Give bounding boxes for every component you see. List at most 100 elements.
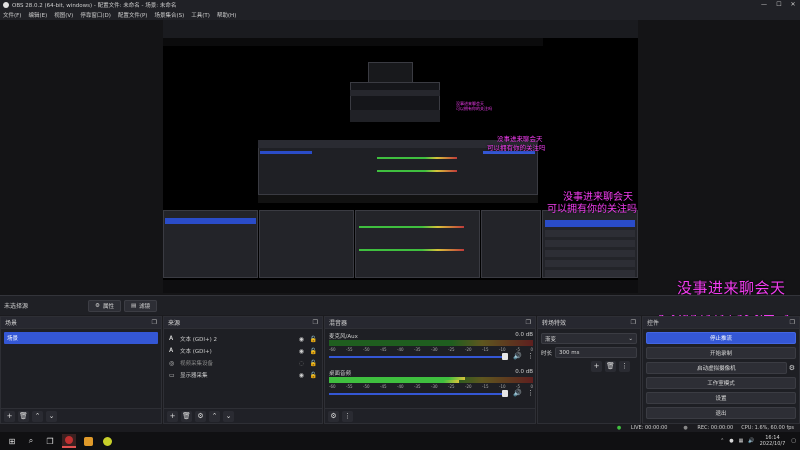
close-icon[interactable]: ✕ <box>786 0 800 10</box>
undock-icon[interactable]: ❐ <box>152 319 157 326</box>
text-icon: 𝐀 <box>169 347 174 354</box>
advanced-audio-button[interactable]: ⚙ <box>328 410 339 422</box>
filter-icon: ▤ <box>130 302 137 309</box>
source-row[interactable]: ◎ 视频采集设备 ◌ 🔓 <box>164 357 322 369</box>
windows-start-icon[interactable]: ⊞ <box>5 434 19 448</box>
more-icon[interactable]: ⋮ <box>527 352 534 360</box>
controls-title: 控件 <box>647 320 660 327</box>
more-icon[interactable]: ⋮ <box>527 389 534 397</box>
obs-app-icon[interactable] <box>62 434 76 448</box>
preview-canvas[interactable]: 没事进来聊会天 可以拥有你的关注吗 没事进来聊会天 可以拥有你的关注吗 没事进来… <box>163 20 638 293</box>
transition-menu-button[interactable]: ⋮ <box>619 361 630 372</box>
move-down-button[interactable]: ⌄ <box>46 410 57 422</box>
undock-icon[interactable]: ❐ <box>790 319 795 326</box>
add-source-button[interactable]: + <box>167 410 178 422</box>
menu-profile[interactable]: 配置文件(P) <box>118 11 148 19</box>
eye-icon[interactable]: ◉ <box>299 372 304 379</box>
remove-source-button[interactable]: 🗑 <box>181 410 192 422</box>
network-icon[interactable]: ▦ <box>739 438 744 444</box>
volume-slider-handle[interactable] <box>502 390 508 397</box>
tray-chevron-icon[interactable]: ⌃ <box>720 438 724 444</box>
eye-off-icon[interactable]: ◌ <box>299 360 304 367</box>
clock[interactable]: 16:14 2022/10/7 <box>760 435 786 447</box>
lock-icon[interactable]: 🔓 <box>310 348 317 355</box>
windows-taskbar: ⊞ ⌕ ❐ ⌃ ● ▦ 🔊 16:14 2022/10/7 ▢ <box>0 432 800 450</box>
volume-slider[interactable] <box>329 356 505 358</box>
exit-button[interactable]: 退出 <box>646 407 796 419</box>
tray-app-icon[interactable]: ● <box>729 438 733 444</box>
lock-icon[interactable]: 🔓 <box>310 360 317 367</box>
title-bar: OBS 28.0.2 (64-bit, windows) - 配置文件: 未命名… <box>0 0 800 10</box>
stop-streaming-button[interactable]: 停止推流 <box>646 332 796 344</box>
channel-db: 0.0 dB <box>515 369 533 375</box>
maximize-icon[interactable]: ☐ <box>772 0 786 10</box>
no-source-selected-label: 未选择源 <box>4 303 29 310</box>
speaker-icon[interactable]: 🔊 <box>513 352 522 360</box>
source-properties-button[interactable]: ⚙ <box>195 410 206 422</box>
start-virtual-camera-button[interactable]: 启动虚拟摄像机 <box>646 362 787 374</box>
source-row[interactable]: 𝐀 文本 (GDI+) ◉ 🔓 <box>164 345 322 357</box>
task-view-icon[interactable]: ❐ <box>43 434 57 448</box>
mixer-channel-desktop: 桌面音频 0.0 dB -60 -55 -50 -45 -40 -35 -30 -25 -20 -1… <box>329 369 534 404</box>
menu-docks[interactable]: 停靠窗口(D) <box>80 11 111 19</box>
search-icon[interactable]: ⌕ <box>24 434 38 448</box>
add-transition-button[interactable]: + <box>591 361 602 372</box>
menu-edit[interactable]: 编辑(E) <box>28 11 47 19</box>
properties-button[interactable]: ⚙ 属性 <box>88 299 121 312</box>
menu-scene-collection[interactable]: 场景集合(S) <box>154 11 184 19</box>
settings-button[interactable]: 设置 <box>646 392 796 404</box>
filters-button[interactable]: ▤ 滤镜 <box>123 299 158 312</box>
remove-scene-button[interactable]: 🗑 <box>18 410 29 422</box>
mixer-menu-button[interactable]: ⋮ <box>342 410 353 422</box>
channel-db: 0.0 dB <box>515 332 533 338</box>
transition-select[interactable]: 渐变 ⌄ <box>541 333 637 344</box>
source-row[interactable]: ▭ 显示器采集 ◉ 🔓 <box>164 369 322 381</box>
notification-icon[interactable]: ▢ <box>791 438 796 444</box>
meter-ticks: -60 -55 -50 -45 -40 -35 -30 -25 -20 -15 -10 -5 0 <box>329 384 533 389</box>
speaker-icon[interactable]: 🔊 <box>513 389 522 397</box>
eye-icon[interactable]: ◉ <box>299 348 304 355</box>
lock-icon[interactable]: 🔓 <box>310 372 317 379</box>
volume-slider[interactable] <box>329 393 505 395</box>
menu-file[interactable]: 文件(F) <box>3 11 21 19</box>
channel-name: 麦克风/Aux <box>329 334 358 340</box>
menu-tools[interactable]: 工具(T) <box>191 11 210 19</box>
scene-transitions-dock: 转场特效 ❐ 渐变 ⌄ 时长 300 ms + 🗑 ⋮ <box>537 316 641 424</box>
source-toolbar: 未选择源 ⚙ 属性 ▤ 滤镜 <box>0 295 800 315</box>
mixer-title: 混音器 <box>329 320 348 327</box>
nested-strip <box>163 38 543 46</box>
app-icon-green[interactable] <box>100 434 114 448</box>
audio-mixer-dock: 混音器 ❐ 麦克风/Aux 0.0 dB -60 -55 -50 -45 -40 -35 -30… <box>324 316 536 424</box>
overlay-line2-l3: 可以拥有你的关注吗 <box>456 106 492 111</box>
undock-icon[interactable]: ❐ <box>313 319 318 326</box>
move-up-button[interactable]: ⌃ <box>32 410 43 422</box>
sources-dock: 来源 ❐ 𝐀 文本 (GDI+) 2 ◉ 🔓 𝐀 文本 (GDI+) ◉ 🔓 ◎ 视频采集设备 ◌… <box>163 316 323 424</box>
add-scene-button[interactable]: + <box>4 410 15 422</box>
remove-transition-button[interactable]: 🗑 <box>605 361 616 372</box>
gear-icon[interactable]: ⚙ <box>789 364 795 372</box>
volume-icon[interactable]: 🔊 <box>748 438 754 444</box>
scene-item[interactable]: 场景 <box>4 332 158 344</box>
nested-mixer-dock <box>355 210 480 278</box>
undock-icon[interactable]: ❐ <box>631 319 636 326</box>
meter-ticks: -60 -55 -50 -45 -40 -35 -30 -25 -20 -15 -10 -5 0 <box>329 347 533 352</box>
app-icon-orange[interactable] <box>81 434 95 448</box>
minimize-icon[interactable]: — <box>757 0 771 10</box>
duration-input[interactable]: 300 ms <box>555 347 637 358</box>
live-indicator-icon: ● <box>616 425 622 431</box>
lock-icon[interactable]: 🔓 <box>310 336 317 343</box>
source-row[interactable]: 𝐀 文本 (GDI+) 2 ◉ 🔓 <box>164 333 322 345</box>
menu-view[interactable]: 视图(V) <box>54 11 73 19</box>
menu-help[interactable]: 帮助(H) <box>217 11 236 19</box>
studio-mode-button[interactable]: 工作室模式 <box>646 377 796 389</box>
eye-icon[interactable]: ◉ <box>299 336 304 343</box>
start-recording-button[interactable]: 开始录制 <box>646 347 796 359</box>
rec-indicator-icon: ● <box>683 425 688 431</box>
move-up-button[interactable]: ⌃ <box>209 410 220 422</box>
undock-icon[interactable]: ❐ <box>526 319 531 326</box>
sources-title: 来源 <box>168 320 181 327</box>
scenes-title: 场景 <box>5 320 18 327</box>
cpu-status: CPU: 1.6%, 60.00 fps <box>741 425 794 431</box>
volume-slider-handle[interactable] <box>502 353 508 360</box>
move-down-button[interactable]: ⌄ <box>223 410 234 422</box>
